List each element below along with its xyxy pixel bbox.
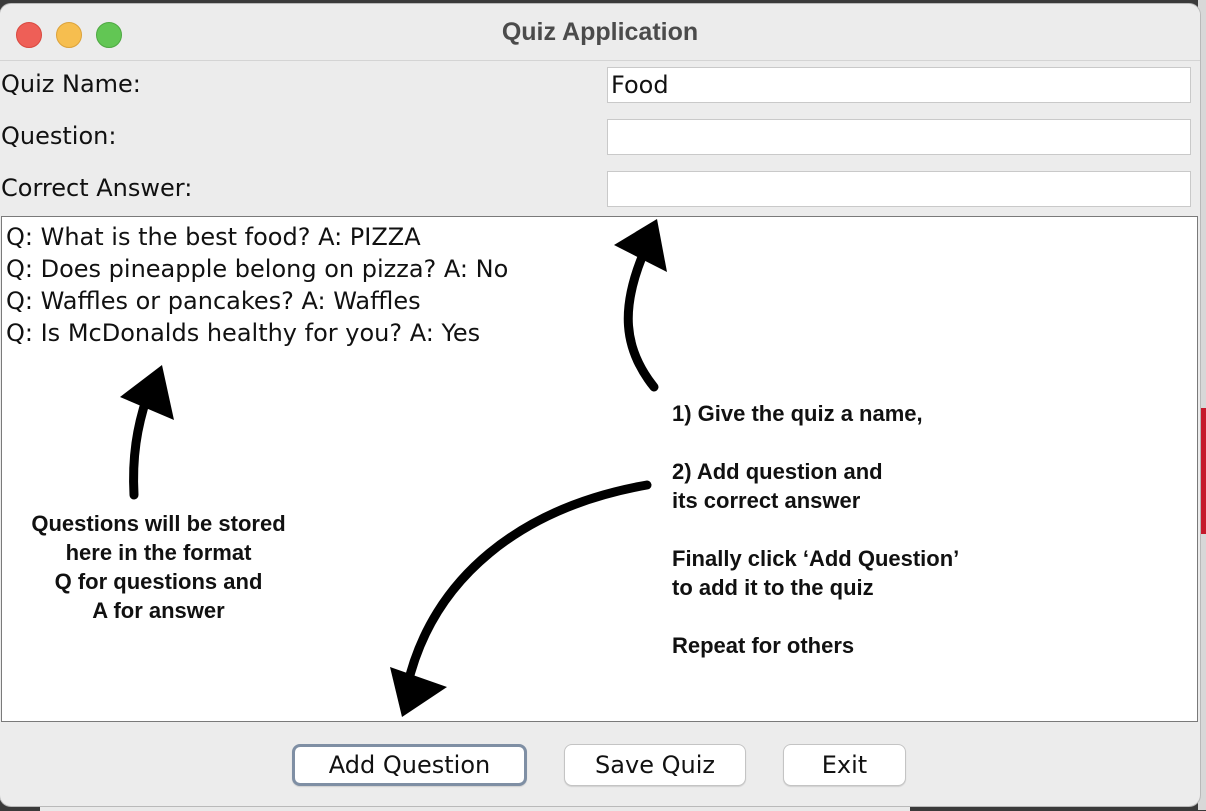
instruction-step-1: 1) Give the quiz a name, — [672, 401, 923, 426]
questions-text-area[interactable]: Q: What is the best food? A: PIZZA Q: Do… — [1, 216, 1198, 722]
quiz-name-input[interactable] — [607, 67, 1191, 103]
arrow-up-right — [623, 252, 659, 392]
question-input[interactable] — [607, 119, 1191, 155]
arrow-up-left — [129, 392, 152, 500]
note-line: Q for questions and — [54, 569, 263, 594]
window-title: Quiz Application — [501, 18, 699, 46]
storage-format-note: Questions will be stored here in the for… — [2, 509, 315, 625]
quiz-application-window: Quiz Application Quiz Name: Question: Co… — [0, 4, 1200, 806]
instruction-step-4: Repeat for others — [672, 633, 855, 658]
correct-answer-input[interactable] — [607, 171, 1191, 207]
instruction-step-2: 2) Add question and — [672, 459, 883, 484]
instruction-step-3-cont: to add it to the quiz — [672, 575, 874, 600]
exit-button[interactable]: Exit — [783, 744, 906, 786]
note-line: Questions will be stored — [31, 511, 286, 536]
quiz-name-label: Quiz Name: — [1, 70, 141, 98]
instruction-step-2-cont: its correct answer — [672, 488, 861, 513]
note-line: A for answer — [92, 598, 225, 623]
question-label: Question: — [1, 122, 117, 150]
save-quiz-button[interactable]: Save Quiz — [564, 744, 746, 786]
instruction-step-3: Finally click ‘Add Question’ — [672, 546, 960, 571]
background-window-strip — [1200, 408, 1206, 534]
add-question-button[interactable]: Add Question — [292, 744, 527, 786]
title-bar[interactable]: Quiz Application — [0, 4, 1200, 61]
note-line: here in the format — [65, 540, 252, 565]
arrowhead-down — [390, 667, 447, 717]
annotation-arrows — [120, 219, 667, 717]
instructions-note: 1) Give the quiz a name, 2) Add question… — [672, 399, 959, 660]
arrow-down-curve — [402, 480, 652, 692]
correct-answer-label: Correct Answer: — [1, 174, 193, 202]
